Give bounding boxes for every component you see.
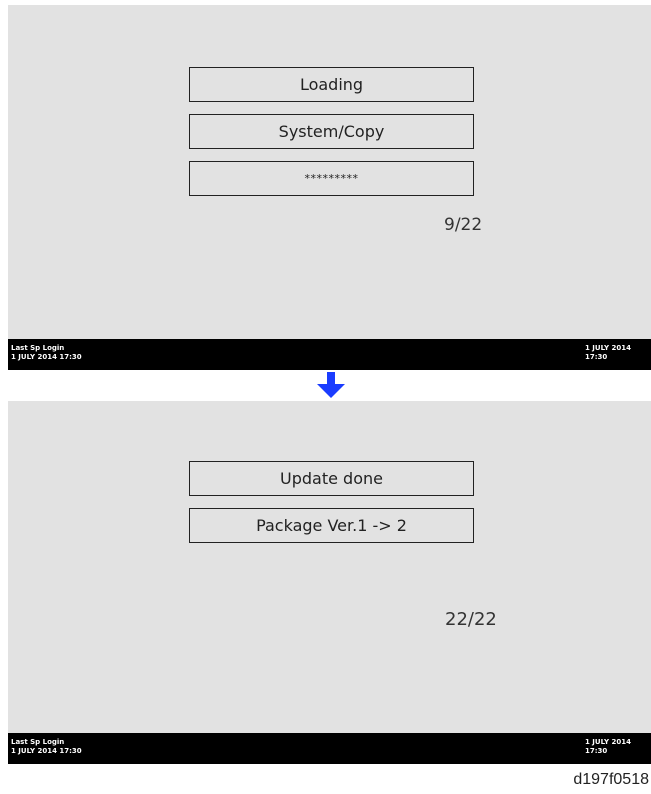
status-bar: Last Sp Login 1 JULY 2014 17:30 1 JULY 2…: [8, 339, 651, 370]
screen-update-done: Update done Package Ver.1 -> 2 22/22 Las…: [8, 401, 651, 764]
last-login-label: Last Sp Login: [11, 344, 65, 352]
status-bar-left: Last Sp Login 1 JULY 2014 17:30: [11, 738, 82, 756]
page: Loading System/Copy ********* 9/22 Last …: [0, 0, 651, 794]
progress-counter: 22/22: [445, 609, 497, 630]
last-login-label: Last Sp Login: [11, 738, 65, 746]
progress-asterisk-box: *********: [189, 161, 474, 196]
clock-time: 17:30: [585, 353, 608, 361]
down-arrow-icon: [317, 372, 345, 398]
clock-date: 1 JULY 2014: [585, 738, 631, 746]
progress-counter: 9/22: [444, 215, 483, 235]
package-version-box: Package Ver.1 -> 2: [189, 508, 474, 543]
status-bar-clock: 1 JULY 2014 17:30: [585, 344, 647, 362]
clock-time: 17:30: [585, 747, 608, 755]
figure-id: d197f0518: [573, 771, 649, 788]
status-bar-left: Last Sp Login 1 JULY 2014 17:30: [11, 344, 82, 362]
clock-date: 1 JULY 2014: [585, 344, 631, 352]
update-done-message-box: Update done: [189, 461, 474, 496]
loading-message-box: Loading: [189, 67, 474, 102]
module-name-box: System/Copy: [189, 114, 474, 149]
status-bar-clock: 1 JULY 2014 17:30: [585, 738, 647, 756]
status-bar: Last Sp Login 1 JULY 2014 17:30 1 JULY 2…: [8, 733, 651, 764]
screen-loading: Loading System/Copy ********* 9/22 Last …: [8, 5, 651, 370]
last-login-date: 1 JULY 2014 17:30: [11, 353, 82, 361]
last-login-date: 1 JULY 2014 17:30: [11, 747, 82, 755]
